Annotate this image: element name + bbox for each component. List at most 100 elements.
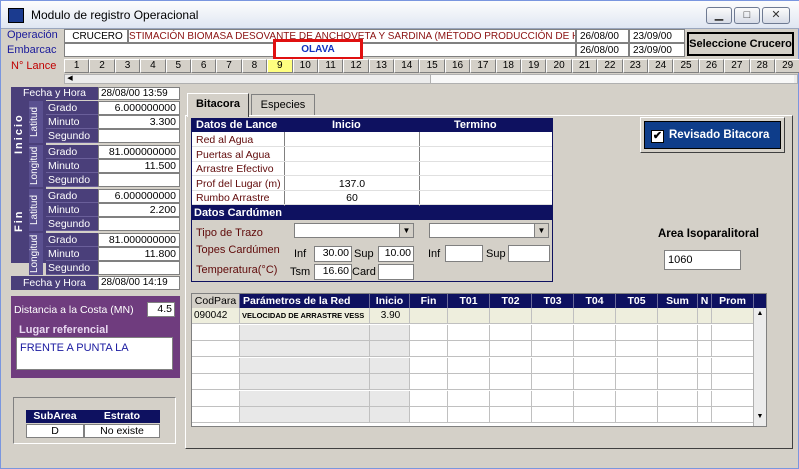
grid-cell[interactable] xyxy=(410,324,448,341)
lance-cell[interactable]: 29 xyxy=(774,59,799,73)
grid-cell[interactable] xyxy=(698,357,712,374)
inicio-lat-minuto[interactable]: 3.300 xyxy=(98,115,180,129)
grid-cell[interactable] xyxy=(448,341,490,357)
lance-row-inicio[interactable]: 137.0 xyxy=(285,178,419,190)
lance-cell[interactable]: 25 xyxy=(673,59,699,73)
lance-cell[interactable]: 10 xyxy=(292,59,318,73)
grid-cell[interactable]: VELOCIDAD DE ARRASTRE VESS xyxy=(240,308,370,324)
grid-cell[interactable] xyxy=(698,341,712,357)
grid-cell[interactable] xyxy=(712,357,754,374)
grid-cell[interactable] xyxy=(532,390,574,407)
inicio-lon-grado[interactable]: 81.000000000 xyxy=(98,145,180,159)
inicio-lat-grado[interactable]: 6.000000000 xyxy=(98,101,180,115)
lance-cell[interactable]: 1 xyxy=(64,59,90,73)
grid-cell[interactable] xyxy=(410,374,448,390)
lance-cell[interactable]: 21 xyxy=(571,59,598,73)
grid-cell[interactable] xyxy=(532,324,574,341)
grid-cell[interactable] xyxy=(192,324,240,341)
inicio-lon-minuto[interactable]: 11.500 xyxy=(98,159,180,173)
grid-cell[interactable] xyxy=(410,308,448,324)
grid-cell[interactable] xyxy=(192,341,240,357)
scroll-up-icon[interactable]: ▲ xyxy=(755,310,765,320)
grid-cell[interactable] xyxy=(240,341,370,357)
grid-cell[interactable] xyxy=(616,357,658,374)
chevron-down-icon[interactable]: ▼ xyxy=(534,224,548,237)
grid-cell[interactable] xyxy=(490,308,532,324)
inf2-field[interactable] xyxy=(445,245,483,262)
table-row[interactable]: 090042 VELOCIDAD DE ARRASTRE VESS 3.90 xyxy=(192,308,754,324)
fin-lat-minuto[interactable]: 2.200 xyxy=(98,203,180,217)
grid-cell[interactable] xyxy=(574,374,616,390)
grid-cell[interactable] xyxy=(448,390,490,407)
grid-cell[interactable] xyxy=(240,374,370,390)
lance-cell[interactable]: 11 xyxy=(317,59,344,73)
grid-cell[interactable] xyxy=(410,407,448,423)
sup2-field[interactable] xyxy=(508,245,550,262)
table-row[interactable] xyxy=(192,324,754,341)
tab-especies[interactable]: Especies xyxy=(251,94,315,116)
grid-cell[interactable] xyxy=(370,374,410,390)
grid-cell[interactable] xyxy=(712,308,754,324)
table-row[interactable] xyxy=(192,407,754,423)
grid-cell[interactable] xyxy=(448,308,490,324)
distancia-field[interactable]: 4.5 xyxy=(147,302,175,317)
lance-cell[interactable]: 17 xyxy=(470,59,496,73)
lance-cell[interactable]: 24 xyxy=(647,59,674,73)
grid-cell[interactable] xyxy=(712,374,754,390)
lance-cell[interactable]: 26 xyxy=(698,59,725,73)
grid-cell[interactable] xyxy=(658,308,698,324)
grid-cell[interactable] xyxy=(712,407,754,423)
grid-cell[interactable] xyxy=(490,324,532,341)
lance-row-inicio[interactable]: 60 xyxy=(285,192,419,204)
sup-field[interactable]: 10.00 xyxy=(378,246,414,262)
chevron-down-icon[interactable]: ▼ xyxy=(399,224,413,237)
inf-field[interactable]: 30.00 xyxy=(314,246,352,262)
maximize-button[interactable]: □ xyxy=(734,7,760,24)
grid-cell[interactable] xyxy=(370,324,410,341)
scroll-thumb[interactable] xyxy=(430,75,794,83)
grid-cell[interactable] xyxy=(574,390,616,407)
scroll-left-icon[interactable]: ◀ xyxy=(65,75,75,83)
grid-cell[interactable] xyxy=(490,374,532,390)
lance-cell[interactable]: 3 xyxy=(114,59,141,73)
vessel-field[interactable]: OLAVA xyxy=(273,39,363,60)
grid-cell[interactable] xyxy=(448,407,490,423)
table-row[interactable] xyxy=(192,390,754,407)
lance-cell[interactable]: 7 xyxy=(216,59,242,73)
tab-bitacora[interactable]: Bitacora xyxy=(187,93,249,117)
lance-cell[interactable]: 6 xyxy=(190,59,217,73)
select-crucero-button[interactable]: Seleccione Crucero xyxy=(687,32,794,56)
grid-cell[interactable]: 090042 xyxy=(192,308,240,324)
fin-lon-minuto[interactable]: 11.800 xyxy=(98,247,180,261)
lance-cell[interactable]: 14 xyxy=(394,59,420,73)
table-row[interactable] xyxy=(192,357,754,374)
grid-cell[interactable] xyxy=(490,390,532,407)
grid-cell[interactable] xyxy=(616,407,658,423)
lance-cell[interactable]: 20 xyxy=(546,59,572,73)
revisado-button[interactable]: ✔ Revisado Bitacora xyxy=(644,121,781,149)
inicio-fecha[interactable]: 28/08/00 13:59 xyxy=(98,87,180,100)
grid-cell[interactable] xyxy=(192,374,240,390)
lance-cell[interactable]: 4 xyxy=(140,59,166,73)
grid-cell[interactable] xyxy=(698,308,712,324)
scroll-down-icon[interactable]: ▼ xyxy=(755,413,765,423)
tipo-trazo-select-2[interactable]: ▼ xyxy=(429,223,549,238)
grid-cell[interactable] xyxy=(712,324,754,341)
grid-cell[interactable] xyxy=(532,407,574,423)
grid-cell[interactable] xyxy=(616,390,658,407)
lance-cell[interactable]: 18 xyxy=(495,59,522,73)
lance-cell[interactable]: 12 xyxy=(343,59,369,73)
grid-cell[interactable] xyxy=(658,341,698,357)
grid-cell[interactable] xyxy=(192,407,240,423)
lance-cell[interactable]: 2 xyxy=(89,59,115,73)
grid-cell[interactable] xyxy=(574,357,616,374)
grid-cell[interactable] xyxy=(370,357,410,374)
checkbox-checked-icon[interactable]: ✔ xyxy=(651,130,664,143)
grid-cell[interactable] xyxy=(532,341,574,357)
grid-cell[interactable] xyxy=(658,324,698,341)
grid-cell[interactable] xyxy=(490,341,532,357)
grid-cell[interactable] xyxy=(574,407,616,423)
grid-cell[interactable] xyxy=(410,341,448,357)
grid-cell[interactable] xyxy=(532,374,574,390)
lugar-field[interactable]: FRENTE A PUNTA LA xyxy=(16,337,173,370)
